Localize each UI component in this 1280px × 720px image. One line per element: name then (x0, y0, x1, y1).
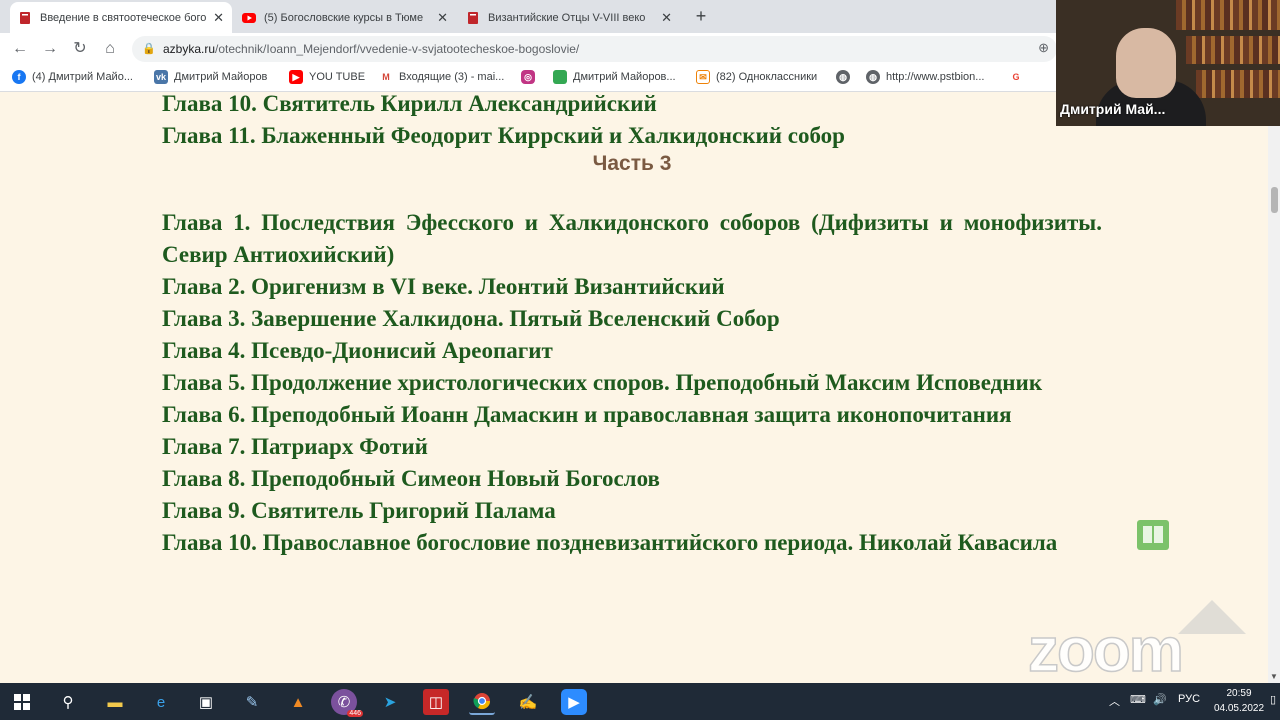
toc-link[interactable]: Глава 2. Оригенизм в VI веке. Леонтий Ви… (162, 271, 1102, 303)
close-tab-icon[interactable]: ✕ (213, 10, 224, 26)
bookmark-pstbi[interactable]: ◍ http://www.pstbion... (866, 70, 984, 84)
toc-link[interactable]: Глава 10. Святитель Кирилл Александрийск… (162, 92, 1102, 120)
notification-badge: 446 (347, 710, 363, 717)
new-tab-button[interactable]: + (690, 6, 712, 27)
reload-button[interactable]: ↻ (70, 39, 90, 59)
notifications-icon[interactable]: ▯ (1270, 693, 1276, 706)
home-button[interactable]: ⌂ (100, 39, 120, 59)
zoom-magnifier-icon[interactable]: ⊕ (1038, 40, 1049, 56)
gmail-icon: M (379, 70, 393, 84)
file-explorer-icon[interactable]: ▬ (102, 689, 128, 715)
toc-chapters: Глава 1. Последствия Эфесского и Халкидо… (162, 207, 1102, 559)
bookmark-dmitriy[interactable]: Дмитрий Майоров... (553, 70, 676, 84)
globe-icon: ◍ (866, 70, 880, 84)
toc-link[interactable]: Глава 11. Блаженный Феодорит Киррский и … (162, 120, 1102, 152)
odnoklassniki-icon: ✉ (696, 70, 710, 84)
address-bar[interactable]: 🔒 azbyka.ru/otechnik/Ioann_Mejendorf/vve… (132, 36, 1057, 62)
search-icon[interactable]: ⚲ (55, 689, 81, 715)
vertical-scrollbar[interactable]: ▼ (1268, 92, 1280, 683)
zoom-icon[interactable]: ▶ (561, 689, 587, 715)
red-book-icon (466, 11, 480, 25)
bookmark-facebook[interactable]: f (4) Дмитрий Майо... (12, 70, 133, 84)
bookmark-gmail[interactable]: M Входящие (3) - mai... (379, 70, 504, 84)
volume-icon[interactable]: 🔊 (1153, 693, 1167, 706)
scroll-down-arrow-icon[interactable]: ▼ (1270, 672, 1278, 681)
tab-vvedenie[interactable]: Введение в святоотеческое бого ✕ (10, 2, 232, 33)
bookshelf (1176, 0, 1280, 30)
lock-icon[interactable]: 🔒 (142, 42, 156, 55)
close-tab-icon[interactable]: ✕ (437, 10, 448, 26)
paint-icon[interactable]: ✎ (239, 689, 265, 715)
tab-bogoslovskie-kursy[interactable]: (5) Богословские курсы в Тюме ✕ (234, 2, 456, 33)
video-thumbnail[interactable]: Дмитрий Май... (1056, 0, 1280, 126)
store-icon[interactable]: ▣ (193, 689, 219, 715)
close-tab-icon[interactable]: ✕ (661, 10, 672, 26)
url-text: azbyka.ru/otechnik/Ioann_Mejendorf/vvede… (163, 42, 580, 56)
back-button[interactable]: ← (10, 39, 30, 59)
youtube-icon (242, 11, 256, 25)
toc-link[interactable]: Глава 3. Завершение Халкидона. Пятый Все… (162, 303, 1102, 335)
toc-link[interactable]: Глава 9. Святитель Григорий Палама (162, 495, 1102, 527)
green-square-icon (553, 70, 567, 84)
clock[interactable]: 20:59 04.05.2022 (1210, 686, 1268, 716)
bookmark-instagram[interactable]: ◎ (521, 70, 541, 84)
participant-name: Дмитрий Май... (1060, 101, 1166, 117)
scrollbar-thumb[interactable] (1271, 187, 1278, 213)
bookmark-youtube[interactable]: ▶ YOU TUBE (289, 70, 365, 84)
red-book-icon (18, 11, 32, 25)
toc-link[interactable]: Глава 1. Последствия Эфесского и Халкидо… (162, 207, 1102, 271)
facebook-icon: f (12, 70, 26, 84)
tab-vizantiyskie-otcy[interactable]: Византийские Отцы V-VIII веко ✕ (458, 2, 680, 33)
taskbar: ⚲ ▬ e ▣ ✎ ▲ ✆ 446 ➤ ◫ ✍ ▶ ︿ ⌨ 🔊 РУС 20:59… (0, 683, 1280, 720)
tray-expand-icon[interactable]: ︿ (1109, 693, 1120, 709)
viber-icon[interactable]: ✆ 446 (331, 689, 363, 717)
toc-link[interactable]: Глава 10. Православное богословие поздне… (162, 527, 1102, 559)
notepad-icon[interactable]: ✍ (515, 689, 541, 715)
participant-face (1116, 28, 1176, 98)
toc-link[interactable]: Глава 5. Продолжение христологических сп… (162, 367, 1102, 399)
bookmark-vk[interactable]: vk Дмитрий Майоров (154, 70, 267, 84)
globe-icon: ◍ (836, 70, 850, 84)
toc-link[interactable]: Глава 7. Патриарх Фотий (162, 431, 1102, 463)
antivirus-icon[interactable]: ◫ (423, 689, 449, 715)
forward-button[interactable]: → (40, 39, 60, 59)
instagram-icon: ◎ (521, 70, 535, 84)
zoom-watermark: zoom (1027, 615, 1184, 686)
youtube-icon: ▶ (289, 70, 303, 84)
network-icon[interactable]: ⌨ (1130, 693, 1146, 706)
open-book-icon[interactable] (1137, 520, 1169, 550)
vk-icon: vk (154, 70, 168, 84)
language-indicator[interactable]: РУС (1178, 693, 1200, 705)
toc-link[interactable]: Глава 4. Псевдо-Дионисий Ареопагит (162, 335, 1102, 367)
bookshelf (1186, 36, 1280, 64)
bookshelf (1196, 70, 1280, 98)
google-icon: G (1009, 70, 1023, 84)
page-content: Глава 10. Святитель Кирилл Александрийск… (0, 92, 1268, 683)
bookmark-odnoklassniki[interactable]: ✉ (82) Одноклассники (696, 70, 817, 84)
bookmark-google[interactable]: G (1009, 70, 1029, 84)
chrome-icon[interactable] (469, 689, 495, 715)
scroll-up-arrow-icon[interactable] (1178, 600, 1246, 634)
toc-link[interactable]: Глава 8. Преподобный Симеон Новый Богосл… (162, 463, 1102, 495)
toc-link[interactable]: Глава 6. Преподобный Иоанн Дамаскин и пр… (162, 399, 1102, 431)
toc-top-lines: Глава 10. Святитель Кирилл Александрийск… (162, 92, 1102, 152)
part-heading: Часть 3 (592, 152, 672, 175)
windows-start-icon[interactable] (9, 689, 35, 715)
edge-icon[interactable]: e (148, 689, 174, 715)
vlc-icon[interactable]: ▲ (285, 689, 311, 715)
telegram-icon[interactable]: ➤ (377, 689, 403, 715)
bookmark-globe[interactable]: ◍ (836, 70, 856, 84)
